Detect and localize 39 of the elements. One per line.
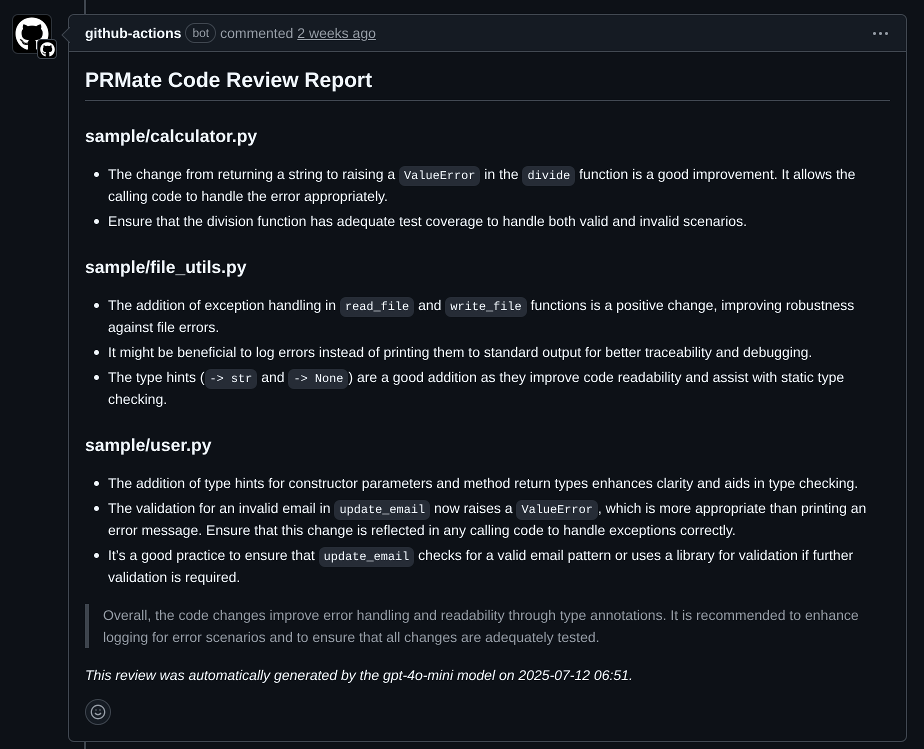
- list-item-text: The validation for an invalid email in update_email now raises a ValueError , which is more appropriate than printing an error message. Ensure that this change is reflected in any calling code to handle exceptions correctly.: [108, 499, 868, 540]
- bullet-icon: [94, 481, 99, 486]
- list-item-text: The change from returning a string to raising a ValueError in the divide function is a good improvement. It allows the calling code to handle the error appropriately.: [108, 165, 856, 206]
- avatar-icon[interactable]: [12, 14, 57, 59]
- ellipsis-icon: [873, 32, 888, 34]
- bullet-icon: [94, 375, 99, 380]
- inline-code: ValueError: [516, 500, 598, 520]
- list-item-text: Ensure that the division function has adequate test coverage to handle both valid and invalid scenarios.: [108, 212, 747, 231]
- list-item-text: The addition of type hints for constructor parameters and method return types enhances clarity and aids in type checking.: [108, 474, 858, 493]
- list-item-text: The type hints ( -> str and -> None ) are a good addition as they improve code readability and assist with static type checking.: [108, 368, 846, 409]
- file-heading: sample/user.py: [85, 434, 212, 456]
- list-item-text: The addition of exception handling in read_file and write_file functions is a positive change, improving robustness against file errors.: [108, 296, 856, 337]
- bullet-icon: [94, 350, 99, 355]
- list-item-text: It might be beneficial to log errors instead of printing them to standard output for better traceability and debugging.: [108, 343, 812, 362]
- summary-quote: Overall, the code changes improve error handling and readability through type annotations. It is recommended to enhance logging for error scenarios and to ensure that all changes are adequately tested.: [85, 604, 890, 648]
- inline-code: write_file: [445, 297, 527, 317]
- list-item-text: It’s a good practice to ensure that update_email checks for a valid email pattern or uses a library for validation if further validation is required.: [108, 546, 854, 587]
- inline-code: update_email: [334, 500, 430, 520]
- bullet-icon: [94, 303, 99, 308]
- inline-code: divide: [522, 166, 576, 186]
- report-title: PRMate Code Review Report: [85, 68, 890, 101]
- file-heading: sample/calculator.py: [85, 125, 258, 147]
- bullet-icon: [94, 219, 99, 224]
- bullet-icon: [94, 553, 99, 558]
- add-reaction-button[interactable]: [85, 699, 111, 725]
- bullet-icon: [94, 172, 99, 177]
- bot-label: bot: [185, 23, 216, 43]
- footer-note: This review was automatically generated by the gpt-4o-mini model on 2025-07-12 06:51.: [85, 666, 634, 685]
- author-link[interactable]: github-actions: [85, 25, 182, 41]
- inline-code: -> None: [288, 369, 348, 389]
- file-heading: sample/file_utils.py: [85, 256, 248, 278]
- inline-code: read_file: [340, 297, 414, 317]
- action-text: commented: [220, 25, 294, 41]
- inline-code: -> str: [204, 369, 258, 389]
- inline-code: update_email: [318, 547, 414, 567]
- bullet-icon: [94, 506, 99, 511]
- timestamp-link[interactable]: 2 weeks ago: [297, 25, 376, 41]
- inline-code: ValueError: [399, 166, 480, 186]
- smiley-icon: [90, 704, 106, 720]
